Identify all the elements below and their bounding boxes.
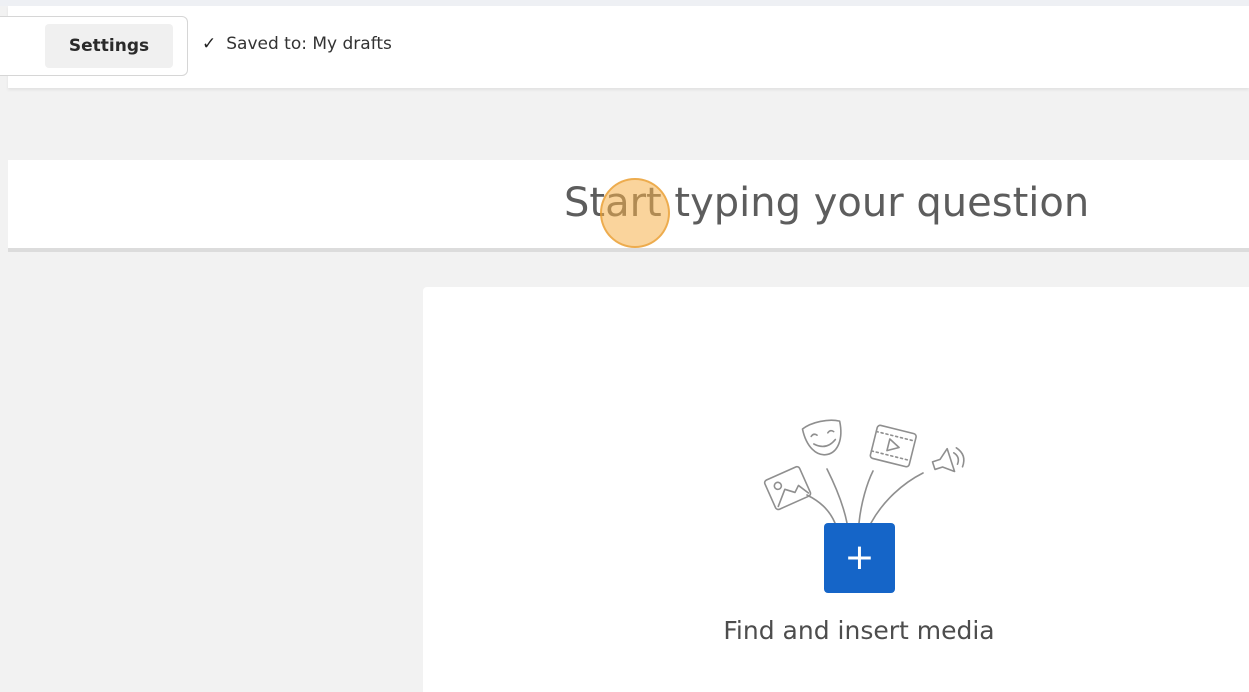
audio-icon [931, 446, 965, 473]
video-icon [869, 424, 917, 468]
question-input[interactable] [564, 178, 1244, 228]
media-strand [870, 472, 924, 524]
media-strand [806, 494, 836, 524]
theater-mask-icon [801, 419, 842, 456]
check-icon: ✓ [202, 34, 217, 54]
settings-button[interactable]: Settings [45, 24, 173, 68]
media-panel: + Find and insert media [423, 287, 1249, 692]
media-illustration [763, 419, 965, 524]
save-status-text: Saved to: My drafts [226, 34, 392, 54]
add-media-button[interactable]: + [824, 523, 895, 593]
question-title-bar [8, 160, 1249, 252]
image-icon [763, 465, 812, 511]
save-status: ✓ Saved to: My drafts [202, 34, 392, 54]
top-toolbar: Settings ✓ Saved to: My drafts [0, 6, 1249, 88]
plus-icon: + [844, 537, 875, 578]
media-strand [858, 470, 874, 524]
settings-group: Settings [0, 16, 188, 76]
find-insert-media-label: Find and insert media [723, 616, 995, 645]
